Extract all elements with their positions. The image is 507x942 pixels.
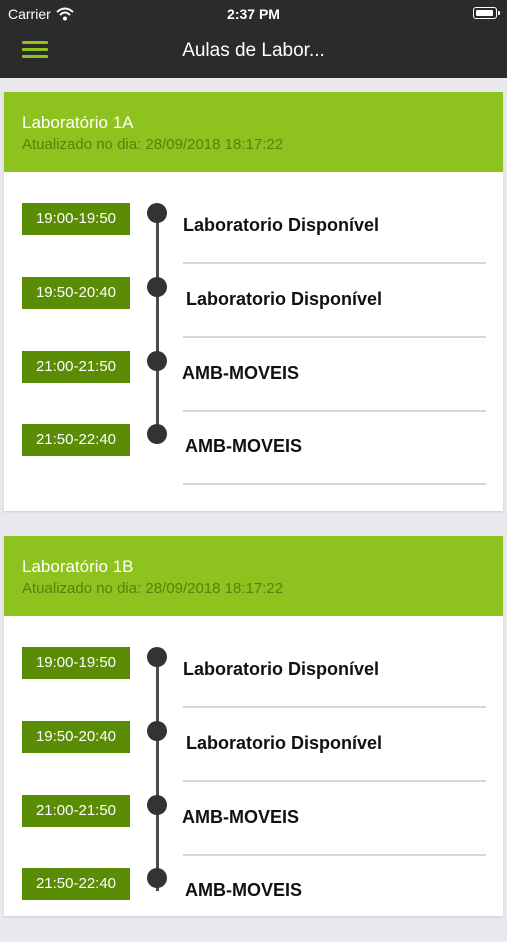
timeline-dot xyxy=(147,351,167,371)
timeline-dot xyxy=(147,795,167,815)
slot-label: Laboratorio Disponível xyxy=(183,215,380,235)
lab-title: Laboratório 1A xyxy=(22,113,134,132)
time-chip: 21:00-21:50 xyxy=(22,351,130,383)
time-chip: 19:00-19:50 xyxy=(22,203,130,235)
timeline-dot xyxy=(147,424,167,444)
slot-divider xyxy=(183,483,486,485)
slot-label: AMB-MOVEIS xyxy=(185,880,302,900)
schedule-slot[interactable]: 21:50-22:40 AMB-MOVEIS xyxy=(4,868,503,942)
time-chip: 19:50-20:40 xyxy=(22,277,130,309)
schedule-slot[interactable]: 21:00-21:50 AMB-MOVEIS xyxy=(4,795,503,869)
lab-card-header: Laboratório 1A Atualizado no dia: 28/09/… xyxy=(4,92,503,172)
timeline-dot xyxy=(147,277,167,297)
slot-divider xyxy=(183,854,486,856)
time-chip: 21:50-22:40 xyxy=(22,868,130,900)
lab-updated-at: Atualizado no dia: 28/09/2018 18:17:22 xyxy=(22,136,284,153)
slot-label: Laboratorio Disponível xyxy=(183,659,380,679)
status-time: 2:37 PM xyxy=(227,6,280,22)
slot-divider xyxy=(183,706,486,708)
timeline-dot xyxy=(147,868,167,888)
slot-label: AMB-MOVEIS xyxy=(185,436,302,456)
timeline-dot xyxy=(147,647,167,667)
lab-card-header: Laboratório 1B Atualizado no dia: 28/09/… xyxy=(4,536,503,616)
time-chip: 21:00-21:50 xyxy=(22,795,130,827)
slot-label: Laboratorio Disponível xyxy=(186,289,383,309)
slot-divider xyxy=(183,262,486,264)
page-title: Aulas de Labor... xyxy=(182,40,325,61)
slot-label: AMB-MOVEIS xyxy=(182,807,299,827)
battery-icon xyxy=(473,7,500,19)
slot-divider xyxy=(183,336,486,338)
slot-divider xyxy=(183,780,486,782)
time-chip: 19:50-20:40 xyxy=(22,721,130,753)
schedule-slot[interactable]: 19:50-20:40 Laboratorio Disponível xyxy=(4,277,503,351)
schedule-slot[interactable]: 19:50-20:40 Laboratorio Disponível xyxy=(4,721,503,795)
time-chip: 21:50-22:40 xyxy=(22,424,130,456)
nav-bar: Aulas de Labor... xyxy=(0,28,507,78)
lab-card: Laboratório 1B Atualizado no dia: 28/09/… xyxy=(4,536,503,916)
lab-updated-at: Atualizado no dia: 28/09/2018 18:17:22 xyxy=(22,580,284,597)
slot-label: Laboratorio Disponível xyxy=(186,733,383,753)
schedule-slot[interactable]: 19:00-19:50 Laboratorio Disponível xyxy=(4,647,503,721)
schedule-slot[interactable]: 21:00-21:50 AMB-MOVEIS xyxy=(4,351,503,425)
slot-label: AMB-MOVEIS xyxy=(182,363,299,383)
status-bar: Carrier 2:37 PM xyxy=(0,0,507,28)
lab-card: Laboratório 1A Atualizado no dia: 28/09/… xyxy=(4,92,503,511)
time-chip: 19:00-19:50 xyxy=(22,647,130,679)
slot-divider xyxy=(183,410,486,412)
timeline-dot xyxy=(147,203,167,223)
timeline-dot xyxy=(147,721,167,741)
schedule-slot[interactable]: 19:00-19:50 Laboratorio Disponível xyxy=(4,203,503,277)
schedule-slot[interactable]: 21:50-22:40 AMB-MOVEIS xyxy=(4,424,503,498)
lab-title: Laboratório 1B xyxy=(22,557,134,576)
